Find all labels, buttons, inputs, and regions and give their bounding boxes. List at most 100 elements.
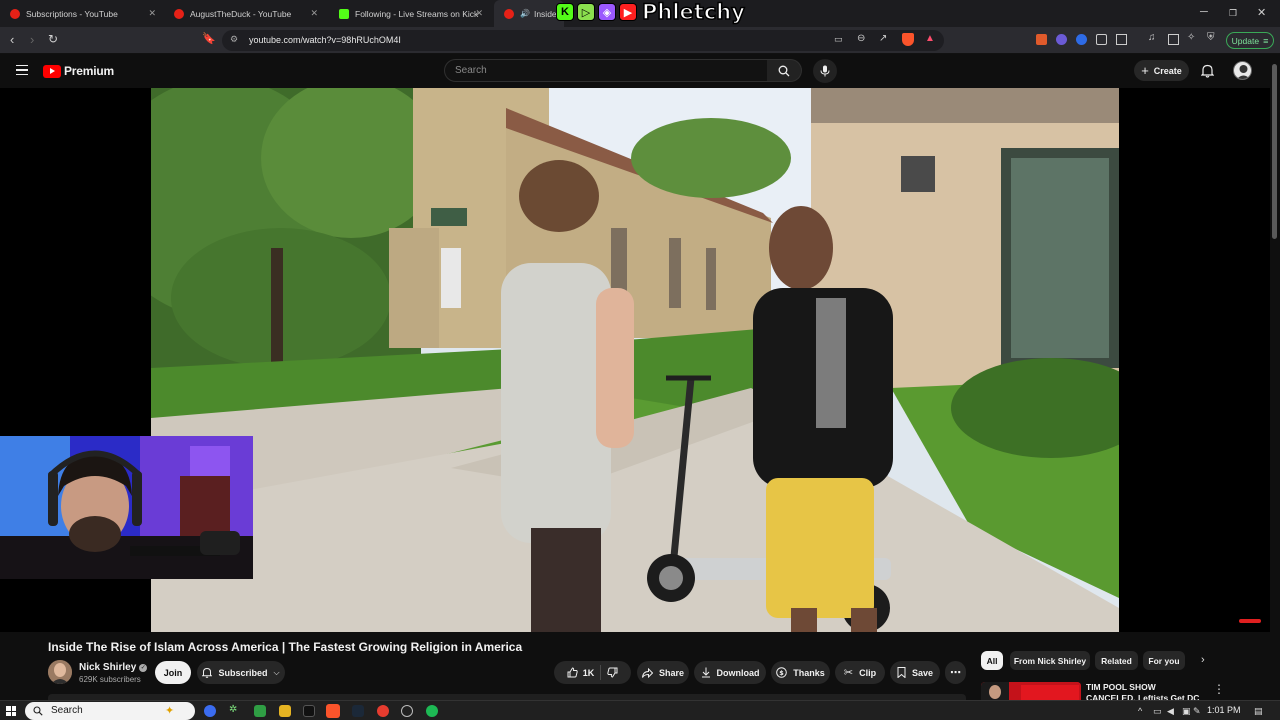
close-icon[interactable]: ✕ — [148, 8, 156, 19]
plus-icon: + — [1141, 63, 1149, 78]
channel-avatar[interactable] — [48, 660, 72, 684]
join-button[interactable]: Join — [155, 661, 191, 684]
extension-icon[interactable] — [1036, 34, 1047, 45]
update-button[interactable]: Update ≡ — [1226, 32, 1274, 49]
youtube-favicon-icon — [504, 8, 514, 19]
taskbar-clock[interactable]: 1:01 PM — [1207, 705, 1241, 715]
thumbs-down-icon[interactable] — [607, 667, 618, 678]
vpn-icon[interactable]: ⛨ — [1207, 32, 1218, 43]
live-indicator — [1239, 619, 1261, 623]
more-vertical-icon[interactable]: ⋮ — [1213, 682, 1225, 696]
scrollbar-thumb[interactable] — [1272, 64, 1277, 239]
taskbar-search-label: Search — [51, 705, 83, 716]
browser-tab[interactable]: Following - Live Streams on Kick ✕ — [329, 0, 493, 27]
pen-icon[interactable]: ✎ — [1193, 706, 1201, 717]
download-button[interactable]: Download — [694, 661, 766, 684]
brave-browser-icon[interactable] — [326, 704, 340, 718]
brave-shield-icon[interactable] — [902, 33, 914, 46]
browser-tab-active[interactable]: 🔊 Inside T — [494, 0, 564, 27]
volume-icon[interactable]: ◀ — [1167, 706, 1174, 717]
chip-from-channel[interactable]: From Nick Shirley — [1010, 651, 1090, 670]
voice-search-button[interactable] — [813, 59, 837, 83]
account-avatar[interactable] — [1233, 61, 1252, 80]
chip-all[interactable]: All — [981, 651, 1003, 670]
thanks-button[interactable]: $ Thanks — [771, 661, 830, 684]
taskbar-search-input[interactable]: Search ✦ — [25, 702, 195, 720]
bookmark-icon[interactable]: 🔖 — [202, 32, 216, 45]
store-icon[interactable] — [254, 705, 266, 717]
browser-tab[interactable]: AugustTheDuck - YouTube ✕ — [164, 0, 328, 27]
download-label: Download — [716, 667, 760, 678]
share-button[interactable]: Share — [637, 661, 689, 684]
zoom-icon[interactable]: ⊖ — [857, 33, 865, 44]
copilot-icon[interactable] — [204, 705, 216, 717]
back-icon[interactable]: ‹ — [10, 32, 14, 47]
address-bar[interactable]: ⚙ youtube.com/watch?v=98hRUchOM4I ▭ ⊖ ↗ … — [222, 30, 944, 51]
network-icon[interactable]: ▭ — [1153, 706, 1162, 717]
leo-ai-icon[interactable]: ✧ — [1187, 32, 1198, 43]
verified-check-icon: ✓ — [139, 664, 148, 672]
chip-related[interactable]: Related — [1095, 651, 1138, 670]
app-icon[interactable] — [401, 705, 413, 717]
youtube-header: Premium Search + Create — [0, 54, 1280, 88]
like-count: 1K — [582, 667, 595, 678]
cast-icon[interactable]: ▭ — [834, 34, 843, 45]
extension-icon[interactable] — [1076, 34, 1087, 45]
reading-list-icon[interactable] — [1168, 34, 1179, 45]
minimize-icon[interactable]: ─ — [1200, 6, 1208, 18]
search-button[interactable] — [767, 59, 802, 82]
media-icon[interactable]: ♫ — [1148, 32, 1159, 43]
subscribed-button[interactable]: Subscribed ⌵ — [197, 661, 285, 684]
browser-toolbar: ‹ › ↻ 🔖 ⚙ youtube.com/watch?v=98hRUchOM4… — [0, 27, 1280, 54]
bell-icon — [202, 667, 213, 678]
channel-name[interactable]: Nick Shirley ✓ — [79, 662, 148, 673]
more-actions-button[interactable]: ⋯ — [945, 661, 966, 684]
restore-icon[interactable]: ❐ — [1229, 8, 1237, 19]
sidebar-toggle-icon[interactable] — [1116, 34, 1127, 45]
app-icon[interactable] — [377, 705, 389, 717]
app-icon[interactable] — [303, 705, 315, 717]
save-button[interactable]: Save — [890, 661, 940, 684]
audio-icon[interactable]: 🔊 — [520, 9, 530, 18]
file-explorer-icon[interactable] — [279, 705, 291, 717]
share-page-icon[interactable]: ↗ — [879, 33, 887, 44]
create-button[interactable]: + Create — [1134, 60, 1189, 81]
brave-rewards-icon[interactable]: ▲ — [925, 33, 935, 44]
like-dislike-group: 1K — [554, 661, 631, 684]
extension-icon[interactable] — [1056, 34, 1067, 45]
chip-for-you[interactable]: For you — [1143, 651, 1185, 670]
menu-hamburger-icon[interactable] — [16, 65, 28, 75]
tray-app-icon[interactable]: ▣ — [1182, 706, 1191, 717]
close-icon[interactable]: ✕ — [475, 8, 483, 19]
steam-icon[interactable] — [352, 705, 364, 717]
windows-start-icon[interactable] — [6, 706, 16, 716]
widgets-icon[interactable]: ✲ — [229, 704, 241, 716]
subscriber-count: 629K subscribers — [79, 675, 141, 684]
extensions-puzzle-icon[interactable] — [1096, 34, 1107, 45]
thanks-dollar-icon: $ — [776, 667, 788, 678]
close-icon[interactable]: ✕ — [310, 8, 318, 19]
like-button[interactable]: 1K — [567, 667, 595, 678]
url-text: youtube.com/watch?v=98hRUchOM4I — [249, 35, 401, 45]
save-bookmark-icon — [897, 667, 906, 678]
forward-icon[interactable]: › — [30, 32, 34, 47]
chevron-right-icon[interactable]: › — [1201, 654, 1205, 666]
video-frame[interactable] — [151, 88, 1119, 632]
reload-icon[interactable]: ↻ — [48, 32, 58, 46]
chevron-down-icon: ⌵ — [273, 667, 280, 677]
channel-avatar-image — [48, 660, 72, 684]
search-input[interactable]: Search — [444, 59, 768, 82]
clip-button[interactable]: ✂ Clip — [835, 661, 885, 684]
tray-chevron-up-icon[interactable]: ^ — [1138, 706, 1142, 716]
notifications-bell-icon[interactable] — [1201, 64, 1214, 78]
window-close-icon[interactable]: ✕ — [1257, 6, 1266, 19]
spotify-icon[interactable] — [426, 705, 438, 717]
svg-text:$: $ — [779, 669, 784, 677]
browser-tab[interactable]: Subscriptions - YouTube ✕ — [0, 0, 166, 27]
stream-overlay-logo: K ▷ ◈ ▶ Phletchy — [556, 0, 746, 25]
notification-center-icon[interactable]: ▤ — [1254, 706, 1263, 717]
join-label: Join — [163, 667, 183, 678]
youtube-premium-logo[interactable]: Premium — [43, 64, 114, 78]
share-label: Share — [658, 667, 684, 678]
site-settings-icon[interactable]: ⚙ — [230, 34, 238, 45]
